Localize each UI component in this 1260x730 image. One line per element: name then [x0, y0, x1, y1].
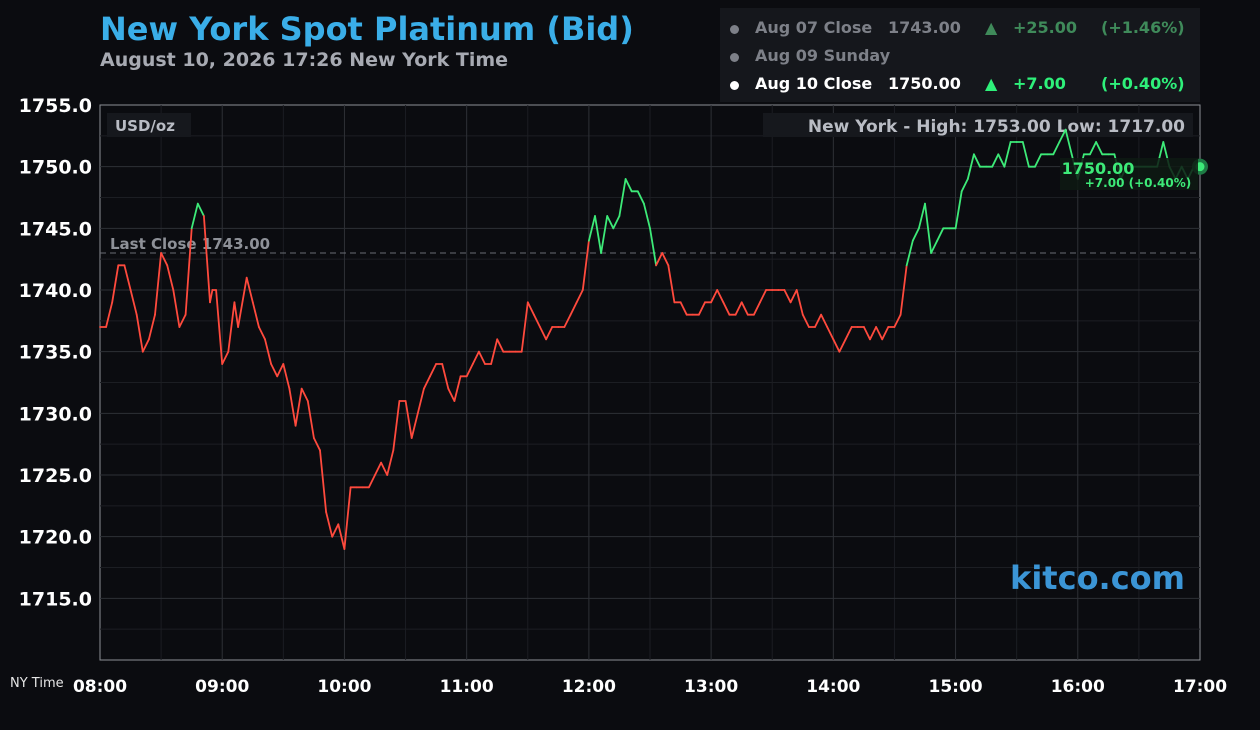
legend-price: 1750.00 — [888, 74, 961, 93]
x-tick-label: 10:00 — [317, 677, 371, 697]
y-tick-label: 1755.0 — [19, 95, 92, 117]
chart: 1715.0 1720.0 1725.0 1730.0 1735.0 1740.0 1745… — [19, 95, 1228, 697]
y-tick-label: 1740.0 — [19, 280, 92, 302]
x-tick-label: 15:00 — [928, 677, 982, 697]
current-change-label: +7.00 (+0.40%) — [1085, 176, 1192, 190]
legend-panel: Aug 07 Close 1743.00 ▲ +25.00 (+1.46%) A… — [720, 8, 1200, 102]
stats-label: New York - High: 1753.00 Low: 1717.00 — [808, 117, 1185, 137]
legend-pct: (+1.46%) — [1101, 18, 1185, 37]
x-tick-label: 17:00 — [1173, 677, 1227, 697]
legend-dot-icon — [730, 53, 739, 62]
chart-title: New York Spot Platinum (Bid) — [100, 10, 634, 48]
unit-label: USD/oz — [115, 117, 175, 135]
y-tick-label: 1745.0 — [19, 218, 92, 240]
x-tick-label: 14:00 — [806, 677, 860, 697]
chart-subtitle: August 10, 2026 17:26 New York Time — [100, 49, 509, 71]
x-tick-label: 11:00 — [440, 677, 494, 697]
x-tick-label: 08:00 — [73, 677, 127, 697]
legend-price: 1743.00 — [888, 18, 961, 37]
x-tick-label: 12:00 — [562, 677, 616, 697]
y-tick-label: 1720.0 — [19, 527, 92, 549]
legend-arrow-up-icon: ▲ — [985, 74, 998, 93]
legend-arrow-up-icon: ▲ — [985, 18, 998, 37]
legend-change: +25.00 — [1013, 18, 1078, 37]
legend-pct: (+0.40%) — [1101, 74, 1185, 93]
legend-change: +7.00 — [1013, 74, 1066, 93]
x-tick-label: 09:00 — [195, 677, 249, 697]
legend-dot-icon — [730, 81, 739, 90]
x-axis-caption: NY Time — [10, 676, 64, 691]
x-tick-label: 13:00 — [684, 677, 738, 697]
watermark-logo: kitco.com — [1010, 559, 1185, 597]
x-tick-label: 16:00 — [1051, 677, 1105, 697]
y-tick-label: 1735.0 — [19, 342, 92, 364]
y-tick-label: 1725.0 — [19, 465, 92, 487]
y-tick-label: 1730.0 — [19, 403, 92, 425]
legend-date: Aug 10 Close — [755, 74, 873, 93]
y-tick-label: 1750.0 — [19, 157, 92, 179]
legend-date: Aug 07 Close — [755, 18, 873, 37]
legend-dot-icon — [730, 25, 739, 34]
y-tick-label: 1715.0 — [19, 588, 92, 610]
legend-date: Aug 09 Sunday — [755, 46, 891, 65]
